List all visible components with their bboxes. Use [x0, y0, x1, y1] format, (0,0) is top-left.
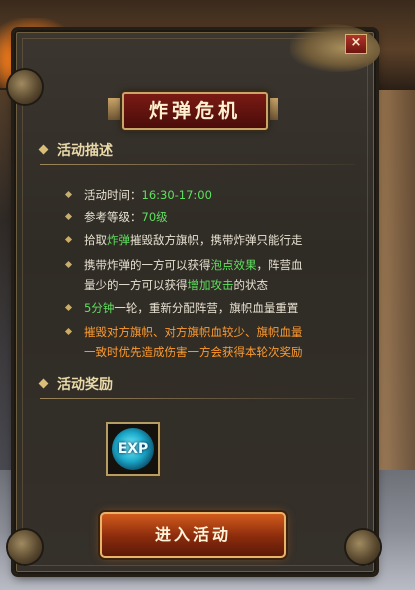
item-text: 摧毁对方旗帜、对方旗帜血较少、旗帜血量	[84, 325, 303, 339]
list-item: 活动时间：16:30-17:00	[64, 185, 366, 205]
level-requirement-value: 70级	[141, 210, 168, 224]
title-ornament-left	[108, 98, 122, 120]
item-text: 的状态	[233, 278, 269, 292]
item-text: ，阵营血	[256, 258, 303, 272]
section-divider	[40, 164, 355, 165]
item-text: 一致时优先造成伤害一方会获得本轮次奖励	[84, 345, 303, 359]
section-divider	[40, 398, 355, 399]
reward-slot[interactable]: EXP	[106, 422, 160, 476]
section-diamond-icon	[38, 144, 49, 155]
dialog-title: 炸弹危机	[122, 92, 268, 130]
item-text: 一轮，重新分配阵营，旗帜血量重置	[114, 301, 299, 315]
event-time-value: 16:30-17:00	[141, 188, 212, 202]
panel-corner-ornament	[8, 530, 42, 564]
item-text: 摧毁敌方旗帜，携带炸弹只能行走	[130, 233, 303, 247]
bullet-diamond-icon	[64, 212, 73, 221]
list-item: 摧毁对方旗帜、对方旗帜血较少、旗帜血量 一致时优先造成伤害一方会获得本轮次奖励	[64, 322, 366, 362]
list-item: 参考等级：70级	[64, 207, 366, 227]
close-button[interactable]: ×	[345, 34, 367, 54]
section-label: 活动奖励	[57, 377, 113, 393]
list-item: 5分钟一轮，重新分配阵营，旗帜血量重置	[64, 298, 366, 318]
bullet-diamond-icon	[64, 260, 73, 269]
item-highlight: 炸弹	[107, 233, 130, 247]
list-item: 携带炸弹的一方可以获得泡点效果，阵营血量少的一方可以获得增加攻击的状态	[64, 255, 366, 295]
item-label: 活动时间：	[84, 188, 142, 202]
bullet-diamond-icon	[64, 327, 73, 336]
item-highlight: 增加攻击	[187, 278, 234, 292]
item-highlight: 5分钟	[84, 301, 115, 315]
item-text: 量少的一方可以获得	[84, 278, 188, 292]
bullet-diamond-icon	[64, 190, 73, 199]
item-highlight: 泡点效果	[210, 258, 257, 272]
section-header-rewards: 活动奖励	[38, 374, 113, 394]
item-label: 参考等级：	[84, 210, 142, 224]
bullet-diamond-icon	[64, 303, 73, 312]
item-text: 携带炸弹的一方可以获得	[84, 258, 211, 272]
list-item: 拾取炸弹摧毁敌方旗帜，携带炸弹只能行走	[64, 230, 366, 250]
section-diamond-icon	[38, 378, 49, 389]
item-text: 拾取	[84, 233, 107, 247]
panel-corner-ornament	[8, 70, 42, 104]
panel-corner-ornament	[346, 530, 380, 564]
section-label: 活动描述	[57, 143, 113, 159]
enter-activity-button[interactable]: 进入活动	[100, 512, 286, 558]
bullet-diamond-icon	[64, 235, 73, 244]
exp-icon: EXP	[112, 428, 154, 470]
section-header-description: 活动描述	[38, 140, 113, 160]
